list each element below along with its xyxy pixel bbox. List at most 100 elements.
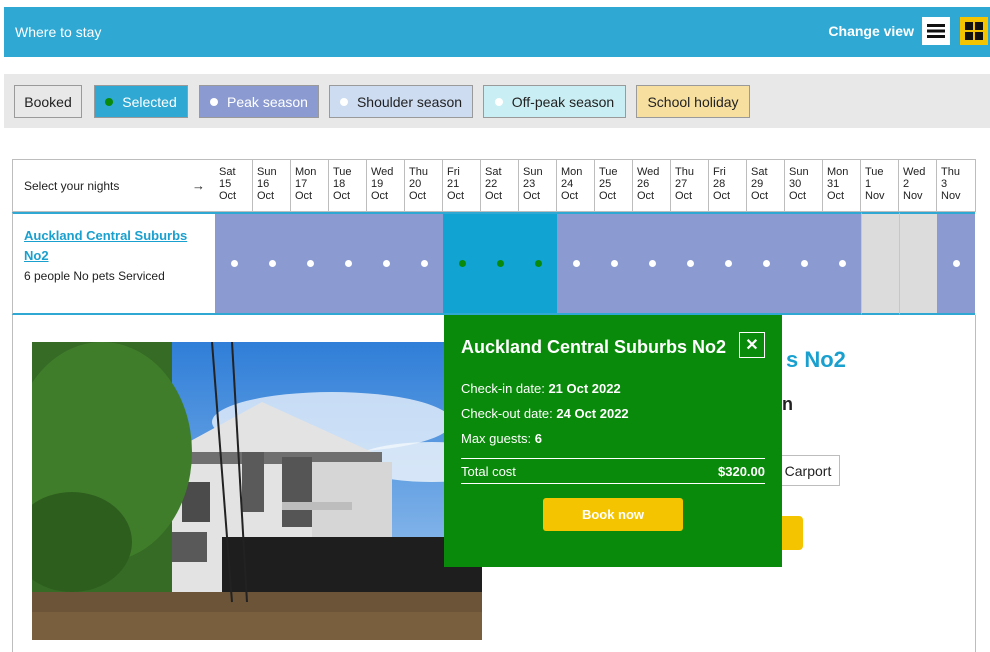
day-header: Mon 17 Oct <box>291 159 329 212</box>
day-header-dow: Thu <box>941 166 960 178</box>
availability-dot-icon <box>800 260 808 267</box>
day-header-dow: Mon <box>295 166 317 178</box>
day-cell-peak[interactable] <box>405 212 443 315</box>
day-header-day: 24 <box>561 178 574 190</box>
availability-dot-icon <box>610 260 618 267</box>
top-header: Where to stay Change view <box>4 7 990 57</box>
day-header-mon: Oct <box>371 190 389 202</box>
day-header: Tue 18 Oct <box>329 159 367 212</box>
day-cell-peak[interactable] <box>823 212 861 315</box>
day-cell-peak[interactable] <box>709 212 747 315</box>
select-nights-header: Select your nights → <box>12 159 215 212</box>
day-header-dow: Fri <box>447 166 460 178</box>
day-header-dow: Sat <box>219 166 236 178</box>
day-header-mon: Oct <box>257 190 275 202</box>
day-cell-selected[interactable] <box>519 212 557 315</box>
legend-chip-selected[interactable]: Selected <box>94 85 188 118</box>
day-header-mon: Oct <box>219 190 237 202</box>
day-cell-peak[interactable] <box>785 212 823 315</box>
day-header: Thu 20 Oct <box>405 159 443 212</box>
legend-chip-school-holiday[interactable]: School holiday <box>636 85 750 118</box>
property-subheading-fragment: n <box>782 394 793 414</box>
book-now-button[interactable]: Book now <box>543 498 683 531</box>
availability-dot-icon <box>306 260 314 267</box>
day-header: Fri 28 Oct <box>709 159 747 212</box>
day-header: Sun 30 Oct <box>785 159 823 212</box>
day-header-mon: Oct <box>409 190 427 202</box>
availability-dot-icon <box>420 260 428 267</box>
legend-dot-icon <box>494 97 503 106</box>
day-cell-peak[interactable] <box>253 212 291 315</box>
legend-chip-peak-season[interactable]: Peak season <box>199 85 319 118</box>
day-header-day: 17 <box>295 178 308 190</box>
day-header-day: 31 <box>827 178 840 190</box>
availability-dot-icon <box>648 260 656 267</box>
total-cost-row: Total cost $320.00 <box>461 458 765 484</box>
day-header-dow: Sun <box>789 166 809 178</box>
total-cost-label: Total cost <box>461 463 516 479</box>
day-cell-peak[interactable] <box>215 212 253 315</box>
day-cell-peak[interactable] <box>329 212 367 315</box>
day-cell-peak[interactable] <box>747 212 785 315</box>
legend-label: Selected <box>122 93 177 110</box>
day-cell-selected[interactable] <box>481 212 519 315</box>
day-header: Sat 22 Oct <box>481 159 519 212</box>
day-header: Wed 19 Oct <box>367 159 405 212</box>
day-header-dow: Sat <box>485 166 502 178</box>
day-header: Mon 24 Oct <box>557 159 595 212</box>
legend-dot-icon <box>210 97 219 106</box>
day-cell-peak[interactable] <box>557 212 595 315</box>
availability-dot-icon <box>724 260 732 267</box>
day-header: Tue 1 Nov <box>861 159 899 212</box>
day-header-mon: Oct <box>561 190 579 202</box>
day-header-dow: Tue <box>333 166 352 178</box>
day-cell-selected[interactable] <box>443 212 481 315</box>
day-header-dow: Thu <box>675 166 694 178</box>
day-header-day: 2 <box>903 178 910 190</box>
legend-chip-off-peak-season[interactable]: Off-peak season <box>483 85 626 118</box>
property-name-link[interactable]: Auckland Central Suburbs No2 <box>24 226 194 266</box>
checkout-label: Check-out date: <box>461 406 557 421</box>
availability-dot-icon <box>838 260 846 267</box>
availability-dot-icon <box>572 260 580 267</box>
day-header-day: 1 <box>865 178 872 190</box>
day-header-dow: Wed <box>371 166 394 178</box>
legend-label: Shoulder season <box>356 93 463 110</box>
day-header-day: 29 <box>751 178 764 190</box>
day-cell-peak[interactable] <box>367 212 405 315</box>
booking-popup: Auckland Central Suburbs No2 ✕ Check-in … <box>444 315 782 567</box>
legend-dot-icon <box>105 97 114 106</box>
day-cell-peak[interactable] <box>595 212 633 315</box>
day-header-dow: Mon <box>827 166 849 178</box>
legend-chip-booked[interactable]: Booked <box>14 85 82 118</box>
day-header-mon: Oct <box>713 190 731 202</box>
day-header: Thu 3 Nov <box>937 159 976 212</box>
day-header-day: 30 <box>789 178 802 190</box>
day-header-mon: Oct <box>789 190 807 202</box>
grid-icon <box>965 22 983 40</box>
day-header-mon: Oct <box>485 190 503 202</box>
day-cell-peak[interactable] <box>633 212 671 315</box>
checkin-label: Check-in date: <box>461 381 549 396</box>
close-icon[interactable]: ✕ <box>739 332 765 358</box>
day-cell-peak[interactable] <box>671 212 709 315</box>
availability-dot-icon <box>534 260 542 267</box>
legend-chip-shoulder-season[interactable]: Shoulder season <box>329 85 473 118</box>
guests-value: 6 <box>534 431 542 446</box>
checkout-value: 24 Oct 2022 <box>556 406 629 421</box>
checkout-line: Check-out date: 24 Oct 2022 <box>461 406 629 421</box>
availability-dot-icon <box>458 260 466 267</box>
day-header-day: 3 <box>941 178 948 190</box>
day-cell-peak[interactable] <box>291 212 329 315</box>
day-header-day: 27 <box>675 178 688 190</box>
day-header: Sat 29 Oct <box>747 159 785 212</box>
list-view-button[interactable] <box>922 17 950 45</box>
day-cell-peak[interactable] <box>937 212 975 315</box>
day-header-day: 16 <box>257 178 270 190</box>
legend-label: Booked <box>24 93 72 110</box>
grid-view-button[interactable] <box>960 17 988 45</box>
arrow-right-icon[interactable]: → <box>192 178 205 193</box>
availability-dot-icon <box>382 260 390 267</box>
day-header-day: 18 <box>333 178 346 190</box>
availability-dot-icon <box>268 260 276 267</box>
